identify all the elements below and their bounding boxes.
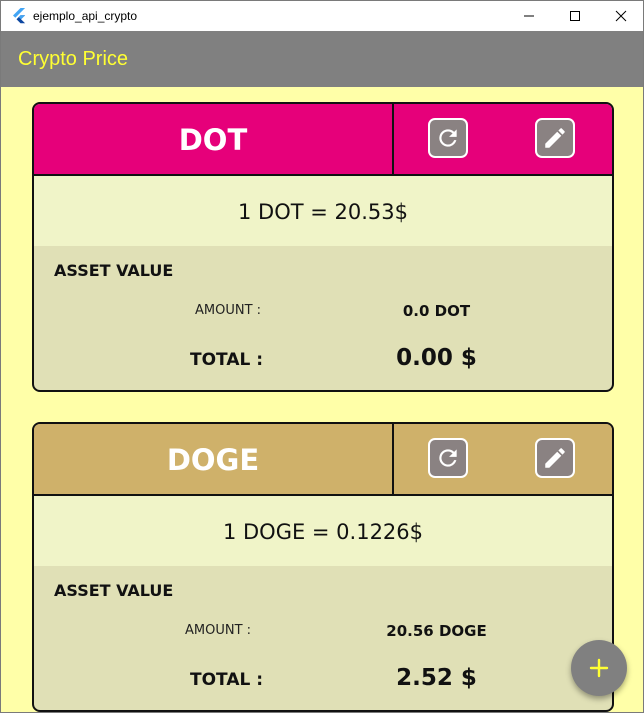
edit-button[interactable] bbox=[535, 118, 575, 158]
refresh-button[interactable] bbox=[428, 438, 468, 478]
total-value: 0.00 $ bbox=[396, 345, 477, 371]
refresh-button[interactable] bbox=[428, 118, 468, 158]
close-icon bbox=[615, 10, 627, 22]
crypto-symbol: DOT bbox=[178, 123, 248, 157]
plus-icon bbox=[589, 658, 609, 678]
close-button[interactable] bbox=[598, 1, 644, 31]
maximize-button[interactable] bbox=[552, 1, 598, 31]
edit-button[interactable] bbox=[535, 438, 575, 478]
minimize-icon bbox=[524, 15, 534, 17]
card-header: DOGE bbox=[34, 424, 612, 496]
add-crypto-fab[interactable] bbox=[571, 640, 627, 696]
amount-value: 0.0 DOT bbox=[402, 302, 471, 320]
crypto-card-doge: DOGE 1 DOGE = 0.1226$ ASSET VALUE AMOUNT… bbox=[32, 422, 614, 712]
window-title: ejemplo_api_crypto bbox=[33, 9, 138, 23]
refresh-icon bbox=[439, 449, 457, 467]
window-titlebar: ejemplo_api_crypto bbox=[1, 1, 643, 31]
total-value: 2.52 $ bbox=[396, 665, 477, 691]
crypto-symbol: DOGE bbox=[166, 443, 260, 477]
asset-value-title: ASSET VALUE bbox=[54, 581, 174, 600]
amount-label: AMOUNT : bbox=[185, 623, 252, 638]
crypto-card-dot: DOT 1 DOT = 20.53$ ASSET VALUE AMOUNT : … bbox=[32, 102, 614, 392]
minimize-button[interactable] bbox=[506, 1, 552, 31]
amount-label: AMOUNT : bbox=[195, 303, 262, 318]
total-label: TOTAL : bbox=[190, 350, 264, 370]
amount-value: 20.56 DOGE bbox=[386, 622, 487, 640]
app-bar: Crypto Price bbox=[1, 31, 643, 87]
edit-icon bbox=[545, 128, 565, 148]
header-divider bbox=[392, 424, 394, 494]
price-row: 1 DOGE = 0.1226$ bbox=[34, 496, 612, 566]
asset-value-title: ASSET VALUE bbox=[54, 261, 174, 280]
header-divider bbox=[392, 104, 394, 174]
price-row: 1 DOT = 20.53$ bbox=[34, 176, 612, 246]
refresh-icon bbox=[439, 129, 457, 147]
maximize-icon bbox=[570, 11, 580, 21]
edit-icon bbox=[545, 448, 565, 468]
app-title: Crypto Price bbox=[18, 48, 129, 70]
total-label: TOTAL : bbox=[190, 670, 264, 690]
card-header: DOT bbox=[34, 104, 612, 176]
flutter-logo-icon bbox=[13, 8, 26, 24]
